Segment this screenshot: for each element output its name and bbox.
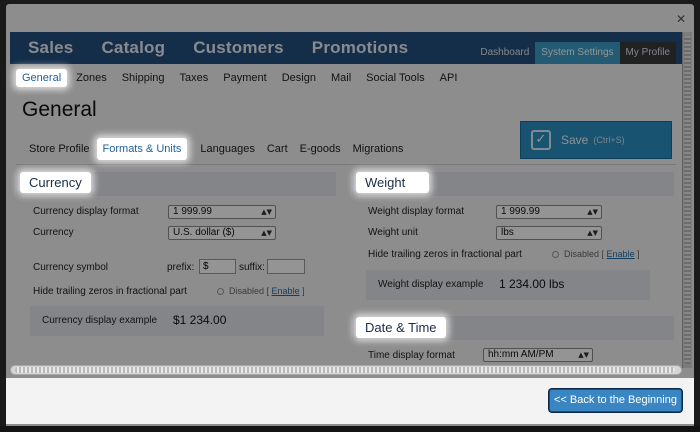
chevron-updown-icon: ▲▼ xyxy=(261,208,272,216)
suffix-label: suffix: xyxy=(239,262,265,273)
prefix-label: prefix: xyxy=(167,262,195,273)
time-format-value: hh:mm AM/PM xyxy=(488,349,554,360)
weight-example-box: Weight display example 1 234.00 lbs xyxy=(366,270,650,300)
tab-api[interactable]: API xyxy=(434,69,464,87)
chevron-updown-icon: ▲▼ xyxy=(578,351,589,359)
divider xyxy=(16,164,676,165)
currency-value: U.S. dollar ($) xyxy=(173,227,235,238)
chevron-updown-icon: ▲▼ xyxy=(261,229,272,237)
horizontal-scroll-thumb[interactable] xyxy=(15,367,675,373)
horizontal-scrollbar[interactable] xyxy=(10,365,682,375)
weight-display-format-value: 1 999.99 xyxy=(501,206,540,217)
tab-social-tools[interactable]: Social Tools xyxy=(360,69,431,87)
currency-trailing-state: Disabled xyxy=(229,286,265,296)
currency-display-format-label: Currency display format xyxy=(33,206,139,217)
currency-trailing-zeros-toggle[interactable]: Disabled [ Enable ] xyxy=(217,286,305,296)
subtab-store-profile[interactable]: Store Profile xyxy=(24,139,95,159)
weight-unit-label: Weight unit xyxy=(368,227,418,238)
suffix-input[interactable] xyxy=(267,259,305,274)
subtab-migrations[interactable]: Migrations xyxy=(348,139,409,159)
save-label: Save xyxy=(561,133,589,147)
currency-symbol-label: Currency symbol xyxy=(33,262,109,273)
radio-icon xyxy=(217,288,224,295)
subtab-languages[interactable]: Languages xyxy=(195,139,259,159)
app-header: Sales Catalog Customers Promotions Dashb… xyxy=(10,32,682,64)
nav-system-settings[interactable]: System Settings xyxy=(535,42,620,64)
subtab-egoods[interactable]: E-goods xyxy=(295,139,346,159)
chevron-updown-icon: ▲▼ xyxy=(587,229,598,237)
datetime-section-title: Date & Time xyxy=(356,317,446,338)
save-shortcut-hint: (Ctrl+S) xyxy=(593,135,625,145)
tab-design[interactable]: Design xyxy=(276,69,322,87)
close-icon[interactable]: ✕ xyxy=(676,12,686,26)
weight-display-format-select[interactable]: 1 999.99 ▲▼ xyxy=(496,205,602,219)
currency-example-label: Currency display example xyxy=(42,315,158,326)
nav-sales[interactable]: Sales xyxy=(28,38,73,58)
currency-trailing-zeros-label: Hide trailing zeros in fractional part xyxy=(33,286,187,297)
back-to-beginning-button[interactable]: << Back to the Beginning xyxy=(549,389,682,412)
subtab-formats-units[interactable]: Formats & Units xyxy=(96,138,188,160)
nav-my-profile[interactable]: My Profile xyxy=(619,42,676,64)
main-nav: Sales Catalog Customers Promotions xyxy=(28,38,436,58)
weight-display-format-label: Weight display format xyxy=(368,206,464,217)
currency-display-format-value: 1 999.99 xyxy=(173,206,212,217)
checkmark-icon: ✓ xyxy=(531,130,551,150)
page-title: General xyxy=(22,98,97,121)
currency-example-value: $1 234.00 xyxy=(173,313,227,327)
radio-icon xyxy=(552,251,559,258)
weight-trailing-zeros-toggle[interactable]: Disabled [ Enable ] xyxy=(552,249,640,259)
chevron-updown-icon: ▲▼ xyxy=(587,208,598,216)
screen: ✕ Sales Catalog Customers Promotions Das… xyxy=(0,0,700,432)
settings-tabs: General Zones Shipping Taxes Payment Des… xyxy=(16,66,466,90)
tab-taxes[interactable]: Taxes xyxy=(174,69,215,87)
tab-payment[interactable]: Payment xyxy=(217,69,272,87)
vertical-scroll-thumb[interactable] xyxy=(684,36,691,364)
nav-promotions[interactable]: Promotions xyxy=(312,38,408,58)
sub-tabs: Store Profile Formats & Units Languages … xyxy=(24,138,410,160)
prefix-input[interactable]: $ xyxy=(199,259,236,274)
weight-example-label: Weight display example xyxy=(378,279,484,290)
user-nav: Dashboard System Settings My Profile xyxy=(474,42,676,64)
time-format-select[interactable]: hh:mm AM/PM ▲▼ xyxy=(483,348,593,362)
weight-section-title: Weight xyxy=(356,172,430,193)
weight-example-value: 1 234.00 lbs xyxy=(499,277,565,291)
currency-section-title: Currency xyxy=(20,172,91,193)
tab-general[interactable]: General xyxy=(16,69,68,87)
tab-shipping[interactable]: Shipping xyxy=(116,69,171,87)
currency-select[interactable]: U.S. dollar ($) ▲▼ xyxy=(168,226,276,240)
nav-catalog[interactable]: Catalog xyxy=(101,38,165,58)
weight-trailing-state: Disabled xyxy=(564,249,600,259)
tab-mail[interactable]: Mail xyxy=(325,69,357,87)
currency-enable-link[interactable]: Enable xyxy=(272,286,300,296)
nav-customers[interactable]: Customers xyxy=(193,38,284,58)
currency-label: Currency xyxy=(33,227,74,238)
weight-trailing-zeros-label: Hide trailing zeros in fractional part xyxy=(368,249,522,260)
background-strip xyxy=(0,426,700,432)
currency-example-box: Currency display example $1 234.00 xyxy=(30,306,324,336)
weight-unit-select[interactable]: lbs ▲▼ xyxy=(496,226,602,240)
tab-zones[interactable]: Zones xyxy=(70,69,113,87)
weight-enable-link[interactable]: Enable xyxy=(607,249,635,259)
currency-display-format-select[interactable]: 1 999.99 ▲▼ xyxy=(168,205,276,219)
time-format-label: Time display format xyxy=(368,350,455,361)
weight-unit-value: lbs xyxy=(501,227,514,238)
subtab-cart[interactable]: Cart xyxy=(262,139,293,159)
nav-dashboard[interactable]: Dashboard xyxy=(474,42,535,64)
save-button[interactable]: ✓ Save (Ctrl+S) xyxy=(520,121,672,159)
vertical-scrollbar[interactable] xyxy=(682,32,692,368)
